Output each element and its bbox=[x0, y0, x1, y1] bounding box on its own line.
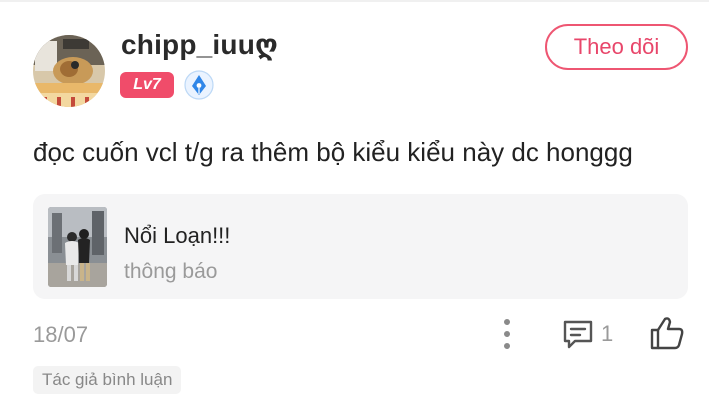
top-divider bbox=[0, 0, 709, 2]
comment-icon bbox=[563, 320, 593, 349]
book-cover-image bbox=[48, 207, 107, 287]
avatar[interactable] bbox=[33, 35, 105, 107]
comment-count: 1 bbox=[601, 321, 614, 346]
author-comment-tag: Tác giả bình luận bbox=[33, 366, 182, 394]
comment-text: đọc cuốn vcl t/g ra thêm bộ kiểu kiểu nà… bbox=[33, 137, 633, 167]
pen-nib-badge-icon bbox=[184, 70, 214, 100]
comment-button[interactable]: 1 bbox=[561, 316, 613, 352]
book-title: Nổi Loạn!!! bbox=[124, 223, 231, 248]
thumbs-up-icon[interactable] bbox=[648, 314, 686, 352]
avatar-image bbox=[33, 35, 105, 107]
level-badge: Lv7 bbox=[120, 72, 174, 98]
post-date: 18/07 bbox=[33, 322, 89, 347]
follow-button[interactable]: Theo dõi bbox=[545, 24, 688, 70]
username[interactable]: chipp_iuuღ bbox=[121, 28, 278, 61]
user-badges: Lv7 bbox=[120, 70, 214, 100]
book-card[interactable]: Nổi Loạn!!! thông báo bbox=[33, 194, 688, 299]
book-subtitle: thông báo bbox=[124, 260, 218, 283]
more-vertical-icon[interactable] bbox=[494, 316, 520, 352]
